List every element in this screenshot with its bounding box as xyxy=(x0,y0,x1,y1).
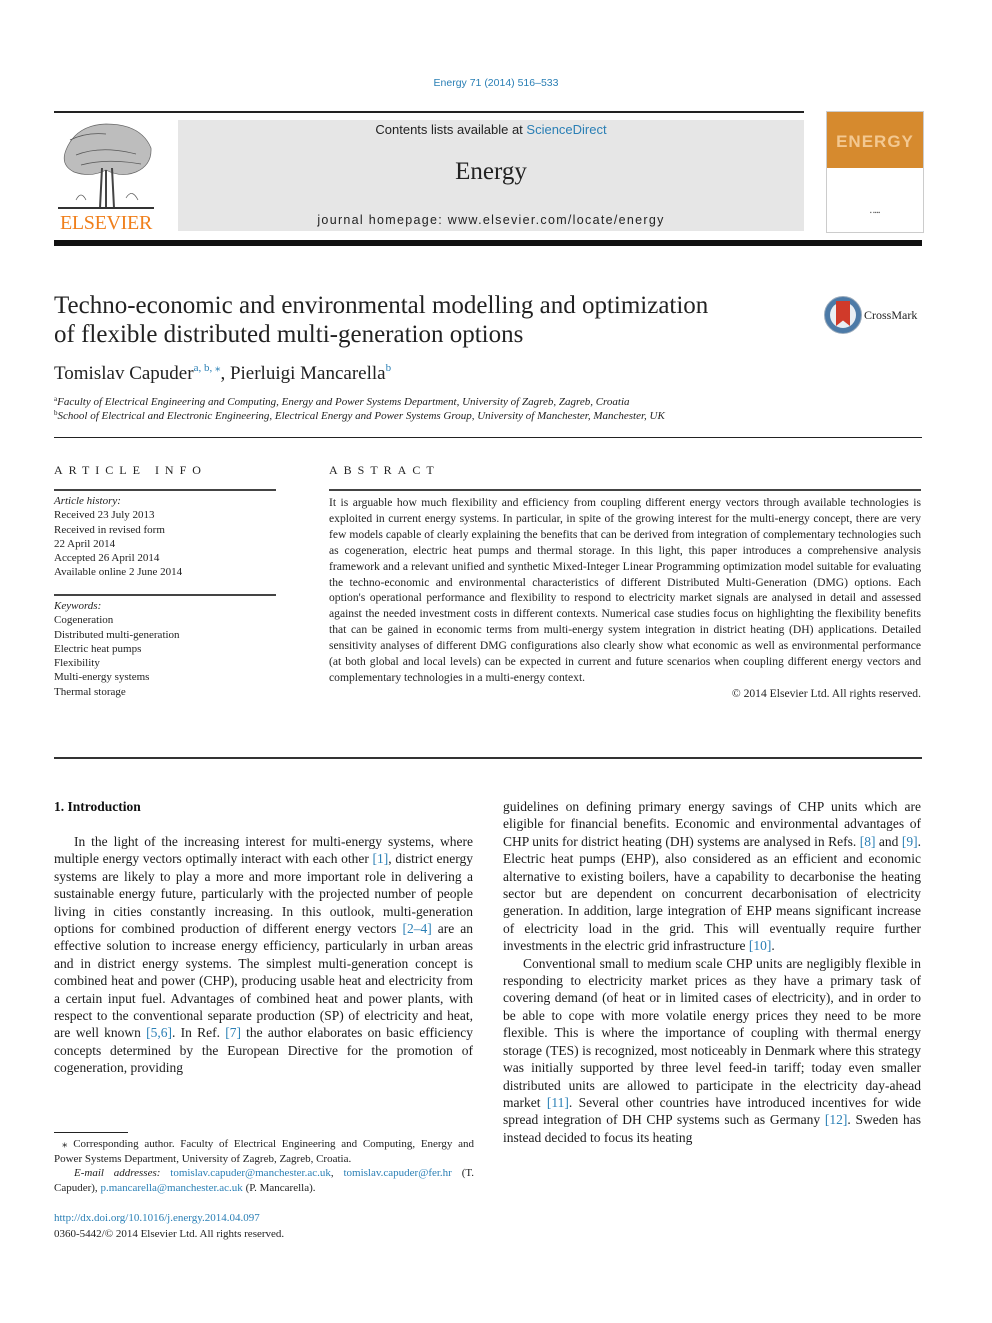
keyword: Multi-energy systems xyxy=(54,671,150,684)
corresponding-author-note: ⁎ Corresponding author. Faculty of Elect… xyxy=(54,1138,474,1165)
journal-cover-thumbnail[interactable]: ENERGY ▪ ▪▪▪▪ xyxy=(826,111,924,233)
contents-line: Contents lists available at ScienceDirec… xyxy=(178,122,804,137)
abstract-text: It is arguable how much flexibility and … xyxy=(329,496,921,684)
email-link[interactable]: p.mancarella@manchester.ac.uk xyxy=(100,1182,242,1194)
elsevier-wordmark: ELSEVIER xyxy=(59,212,153,234)
keywords: Keywords: Cogeneration Distributed multi… xyxy=(54,599,276,699)
reference-link[interactable]: [12] xyxy=(825,1112,848,1127)
cover-banner: ENERGY xyxy=(827,112,923,168)
body-text: . xyxy=(771,938,775,954)
email-link[interactable]: tomislav.capuder@manchester.ac.uk xyxy=(170,1167,331,1179)
cover-publisher-mark: ▪ ▪▪▪▪ xyxy=(869,210,881,216)
issn-copyright: 0360-5442/© 2014 Elsevier Ltd. All right… xyxy=(54,1227,285,1240)
body-paragraph: guidelines on defining primary energy sa… xyxy=(503,798,921,955)
body-text: are an effective solution to increase en… xyxy=(54,921,473,1041)
body-column-left: In the light of the increasing interest … xyxy=(54,833,473,1077)
keyword: Flexibility xyxy=(54,657,100,670)
reference-link[interactable]: [11] xyxy=(547,1095,569,1110)
footnote: ⁎ Corresponding author. Faculty of Elect… xyxy=(54,1137,474,1195)
keyword: Thermal storage xyxy=(54,685,126,698)
article-history: Article history: Received 23 July 2013 R… xyxy=(54,494,276,580)
history-item: Received 23 July 2013 xyxy=(54,509,155,522)
body-text: . Electric heat pumps (EHP), also consid… xyxy=(503,833,922,954)
history-item: Available online 2 June 2014 xyxy=(54,566,183,579)
author-name[interactable]: Pierluigi Mancarella xyxy=(230,363,386,384)
email-label: E-mail addresses: xyxy=(74,1167,161,1179)
keywords-rule xyxy=(54,594,276,596)
abstract-copyright: © 2014 Elsevier Ltd. All rights reserved… xyxy=(731,686,921,700)
keyword: Electric heat pumps xyxy=(54,642,142,655)
elsevier-tree-icon xyxy=(58,123,154,209)
history-item: 22 April 2014 xyxy=(54,537,116,550)
affiliation-text: School of Electrical and Electronic Engi… xyxy=(57,410,665,422)
author-name[interactable]: Tomislav Capuder xyxy=(54,363,194,384)
author-affiliation-marks[interactable]: a, b, ⁎ xyxy=(194,362,221,374)
journal-homepage[interactable]: journal homepage: www.elsevier.com/locat… xyxy=(178,213,804,227)
keywords-label: Keywords: xyxy=(54,600,102,612)
article-title: Techno-economic and environmental modell… xyxy=(54,291,794,349)
history-item: Received in revised form xyxy=(54,523,165,536)
reference-link[interactable]: [2–4] xyxy=(402,921,431,936)
header-top-rule xyxy=(54,111,804,113)
reference-link[interactable]: [1] xyxy=(373,851,389,866)
body-paragraph: In the light of the increasing interest … xyxy=(54,833,473,1077)
crossmark-label: CrossMark xyxy=(864,308,918,322)
abstract-bottom-rule xyxy=(54,757,922,759)
reference-link[interactable]: [5,6] xyxy=(146,1025,172,1040)
journal-name: Energy xyxy=(455,158,527,185)
footnote-rule xyxy=(54,1132,128,1133)
section-heading-introduction: 1. Introduction xyxy=(54,799,141,814)
journal-citation-link[interactable]: Energy 71 (2014) 516–533 xyxy=(0,77,992,89)
email-addresses: E-mail addresses: tomislav.capuder@manch… xyxy=(54,1167,475,1194)
author-separator: , xyxy=(220,363,230,384)
contents-prefix: Contents lists available at xyxy=(375,122,527,137)
author-list: Tomislav Capudera, b, ⁎, Pierluigi Manca… xyxy=(54,361,391,385)
reference-link[interactable]: [7] xyxy=(225,1025,241,1040)
reference-link[interactable]: [8] xyxy=(860,834,876,849)
keyword: Cogeneration xyxy=(54,614,114,627)
body-paragraph: Conventional small to medium scale CHP u… xyxy=(503,955,921,1146)
reference-link[interactable]: [9] xyxy=(902,834,918,849)
article-info-heading: ARTICLE INFO xyxy=(54,463,207,477)
affiliation-b: bSchool of Electrical and Electronic Eng… xyxy=(54,409,665,422)
body-text: guidelines on defining primary energy sa… xyxy=(503,799,921,849)
doi-block: http://dx.doi.org/10.1016/j.energy.2014.… xyxy=(54,1211,284,1242)
elsevier-logo[interactable]: ELSEVIER xyxy=(54,120,158,234)
abstract-body: It is arguable how much flexibility and … xyxy=(329,495,921,702)
body-text: . In Ref. xyxy=(172,1025,226,1041)
affiliations-rule xyxy=(54,437,922,438)
abstract-heading: ABSTRACT xyxy=(329,463,440,477)
reference-link[interactable]: [10] xyxy=(749,938,772,953)
article-title-line-1: Techno-economic and environmental modell… xyxy=(54,292,709,319)
email-link[interactable]: tomislav.capuder@fer.hr xyxy=(343,1167,451,1179)
body-text: and xyxy=(875,833,902,849)
body-text: Conventional small to medium scale CHP u… xyxy=(503,955,921,1110)
crossmark-button[interactable]: CrossMark xyxy=(824,296,934,336)
email-owner: (P. Mancarella). xyxy=(242,1181,316,1194)
cover-title: ENERGY xyxy=(836,132,914,151)
author-affiliation-marks[interactable]: b xyxy=(386,362,392,374)
affiliation-text: Faculty of Electrical Engineering and Co… xyxy=(57,396,630,408)
doi-link[interactable]: http://dx.doi.org/10.1016/j.energy.2014.… xyxy=(54,1211,284,1227)
article-title-line-2: of flexible distributed multi-generation… xyxy=(54,321,524,348)
crossmark-icon xyxy=(824,296,862,334)
header-thick-rule xyxy=(54,240,922,246)
article-info-rule xyxy=(54,489,276,491)
sciencedirect-link[interactable]: ScienceDirect xyxy=(526,122,606,137)
journal-header: Contents lists available at ScienceDirec… xyxy=(178,120,804,231)
keyword: Distributed multi-generation xyxy=(54,628,180,641)
affiliation-a: aFaculty of Electrical Engineering and C… xyxy=(54,395,630,408)
history-item: Accepted 26 April 2014 xyxy=(54,552,160,565)
abstract-rule xyxy=(329,489,921,491)
body-column-right: guidelines on defining primary energy sa… xyxy=(503,798,921,1146)
article-history-label: Article history: xyxy=(54,495,121,507)
